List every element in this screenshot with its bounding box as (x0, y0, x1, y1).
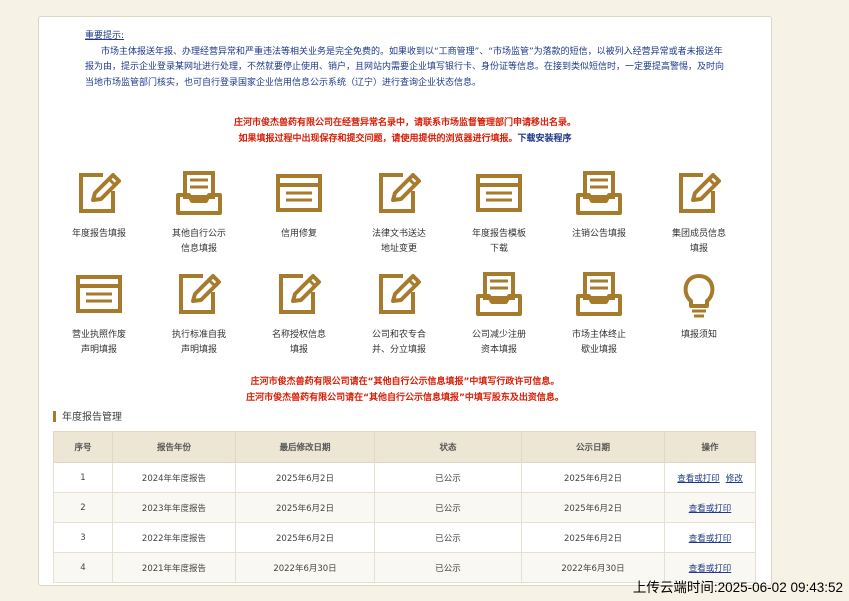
pencil-doc-icon (673, 167, 725, 219)
col-status: 状态 (374, 431, 522, 463)
function-item-label: 市场主体终止 歇业填报 (571, 330, 626, 355)
cell-modified: 2022年6月30日 (235, 552, 375, 583)
cell-year: 2023年年度报告 (112, 492, 236, 523)
view-print-link[interactable]: 查看或打印 (689, 534, 732, 544)
notice-paragraph: 市场主体报送年报、办理经营异常和严重违法等相关业务是完全免费的。如果收到以“工商… (85, 46, 725, 88)
cell-year: 2022年年度报告 (112, 522, 236, 553)
form-window-icon (473, 167, 525, 219)
cell-actions: 查看或打印 (664, 492, 756, 523)
table-row: 3 2022年年度报告 2025年6月2日 已公示 2025年6月2日 查看或打… (53, 522, 756, 553)
form-window-icon (73, 268, 125, 320)
function-item[interactable]: 集团成员信息 填报 (649, 167, 749, 257)
pencil-doc-icon (173, 268, 225, 320)
function-item[interactable]: 其他自行公示 信息填报 (149, 167, 249, 257)
function-item[interactable]: 注销公告填报 (549, 167, 649, 242)
view-print-link[interactable]: 查看或打印 (689, 504, 732, 514)
function-item[interactable]: 年度报告模板 下载 (449, 167, 549, 257)
form-window-icon (273, 167, 325, 219)
annual-report-table: 序号 报告年份 最后修改日期 状态 公示日期 操作 1 2024年年度报告 20… (53, 431, 756, 583)
function-item[interactable]: 填报须知 (649, 268, 749, 343)
function-item-label: 公司减少注册 资本填报 (471, 330, 526, 355)
function-item[interactable]: 公司和农专合 并、分立填报 (349, 268, 449, 358)
cell-modified: 2025年6月2日 (235, 492, 375, 523)
inbox-tray-icon (573, 268, 625, 320)
function-item[interactable]: 名称授权信息 填报 (249, 268, 349, 358)
cell-no: 4 (53, 552, 113, 583)
reminder-alerts: 庄河市俊杰兽药有限公司请在“其他自行公示信息填报”中填写行政许可信息。 庄河市俊… (39, 374, 771, 406)
function-item-label: 法律文书送达 地址变更 (371, 229, 426, 254)
cell-status: 已公示 (374, 492, 522, 523)
function-item-label: 名称授权信息 填报 (271, 330, 326, 355)
upload-timestamp: 上传云端时间:2025-06-02 09:43:52 (632, 580, 843, 595)
cell-published: 2025年6月2日 (521, 492, 665, 523)
cell-year: 2024年年度报告 (112, 462, 236, 493)
section-title: 年度报告管理 (53, 408, 122, 423)
pencil-doc-icon (273, 268, 325, 320)
cell-no: 2 (53, 492, 113, 523)
function-item-label: 信用修复 (280, 229, 317, 239)
cell-no: 3 (53, 522, 113, 553)
cell-year: 2021年年度报告 (112, 552, 236, 583)
pencil-doc-icon (373, 167, 425, 219)
cell-actions: 查看或打印 (664, 522, 756, 553)
cell-modified: 2025年6月2日 (235, 522, 375, 553)
main-panel: 重要提示: 市场主体报送年报、办理经营异常和严重违法等相关业务是完全免费的。如果… (38, 16, 772, 586)
function-item-label: 年度报告模板 下载 (471, 229, 526, 254)
col-actions: 操作 (664, 431, 756, 463)
function-item-label: 其他自行公示 信息填报 (171, 229, 226, 254)
function-item[interactable]: 年度报告填报 (49, 167, 149, 242)
notice-box: 重要提示: 市场主体报送年报、办理经营异常和严重违法等相关业务是完全免费的。如果… (85, 29, 725, 91)
lightbulb-icon (673, 268, 725, 320)
edit-link[interactable]: 修改 (726, 474, 743, 484)
cell-published: 2025年6月2日 (521, 462, 665, 493)
function-item-label: 填报须知 (680, 330, 717, 340)
col-published: 公示日期 (521, 431, 665, 463)
cell-no: 1 (53, 462, 113, 493)
function-item[interactable]: 公司减少注册 资本填报 (449, 268, 549, 358)
col-modified: 最后修改日期 (235, 431, 375, 463)
function-item-label: 公司和农专合 并、分立填报 (371, 330, 426, 355)
inbox-tray-icon (473, 268, 525, 320)
cell-status: 已公示 (374, 522, 522, 553)
function-item-label: 营业执照作废 声明填报 (71, 330, 126, 355)
status-alerts: 庄河市俊杰兽药有限公司在经营异常名录中，请联系市场监督管理部门申请移出名录。 如… (39, 115, 771, 147)
section-title-text: 年度报告管理 (62, 412, 122, 423)
col-no: 序号 (53, 431, 113, 463)
cell-modified: 2025年6月2日 (235, 462, 375, 493)
function-item[interactable]: 执行标准自我 声明填报 (149, 268, 249, 358)
table-row: 2 2023年年度报告 2025年6月2日 已公示 2025年6月2日 查看或打… (53, 492, 756, 523)
abnormal-list-alert: 庄河市俊杰兽药有限公司在经营异常名录中，请联系市场监督管理部门申请移出名录。 (233, 118, 576, 128)
table-header-row: 序号 报告年份 最后修改日期 状态 公示日期 操作 (53, 431, 756, 463)
inbox-tray-icon (173, 167, 225, 219)
section-bar (53, 411, 56, 422)
cell-actions: 查看或打印 修改 (664, 462, 756, 493)
cell-published: 2025年6月2日 (521, 522, 665, 553)
view-print-link[interactable]: 查看或打印 (677, 474, 720, 484)
shareholder-reminder: 庄河市俊杰兽药有限公司请在“其他自行公示信息填报”中填写股东及出资信息。 (246, 393, 564, 403)
function-item-label: 集团成员信息 填报 (671, 229, 726, 254)
function-item-label: 执行标准自我 声明填报 (171, 330, 226, 355)
cell-status: 已公示 (374, 552, 522, 583)
download-installer-link[interactable]: 下载安装程序 (518, 134, 572, 144)
function-item[interactable]: 法律文书送达 地址变更 (349, 167, 449, 257)
function-item-label: 年度报告填报 (71, 229, 126, 239)
function-item[interactable]: 信用修复 (249, 167, 349, 242)
col-year: 报告年份 (112, 431, 236, 463)
pencil-doc-icon (373, 268, 425, 320)
view-print-link[interactable]: 查看或打印 (689, 564, 732, 574)
inbox-tray-icon (573, 167, 625, 219)
function-item[interactable]: 营业执照作废 声明填报 (49, 268, 149, 358)
function-item-label: 注销公告填报 (571, 229, 626, 239)
browser-alert: 如果填报过程中出现保存和提交问题，请使用提供的浏览器进行填报。 (238, 134, 518, 144)
cell-status: 已公示 (374, 462, 522, 493)
function-item[interactable]: 市场主体终止 歇业填报 (549, 268, 649, 358)
license-reminder: 庄河市俊杰兽药有限公司请在“其他自行公示信息填报”中填写行政许可信息。 (250, 377, 560, 387)
pencil-doc-icon (73, 167, 125, 219)
table-row: 1 2024年年度报告 2025年6月2日 已公示 2025年6月2日 查看或打… (53, 462, 756, 493)
notice-title: 重要提示: (85, 31, 125, 41)
